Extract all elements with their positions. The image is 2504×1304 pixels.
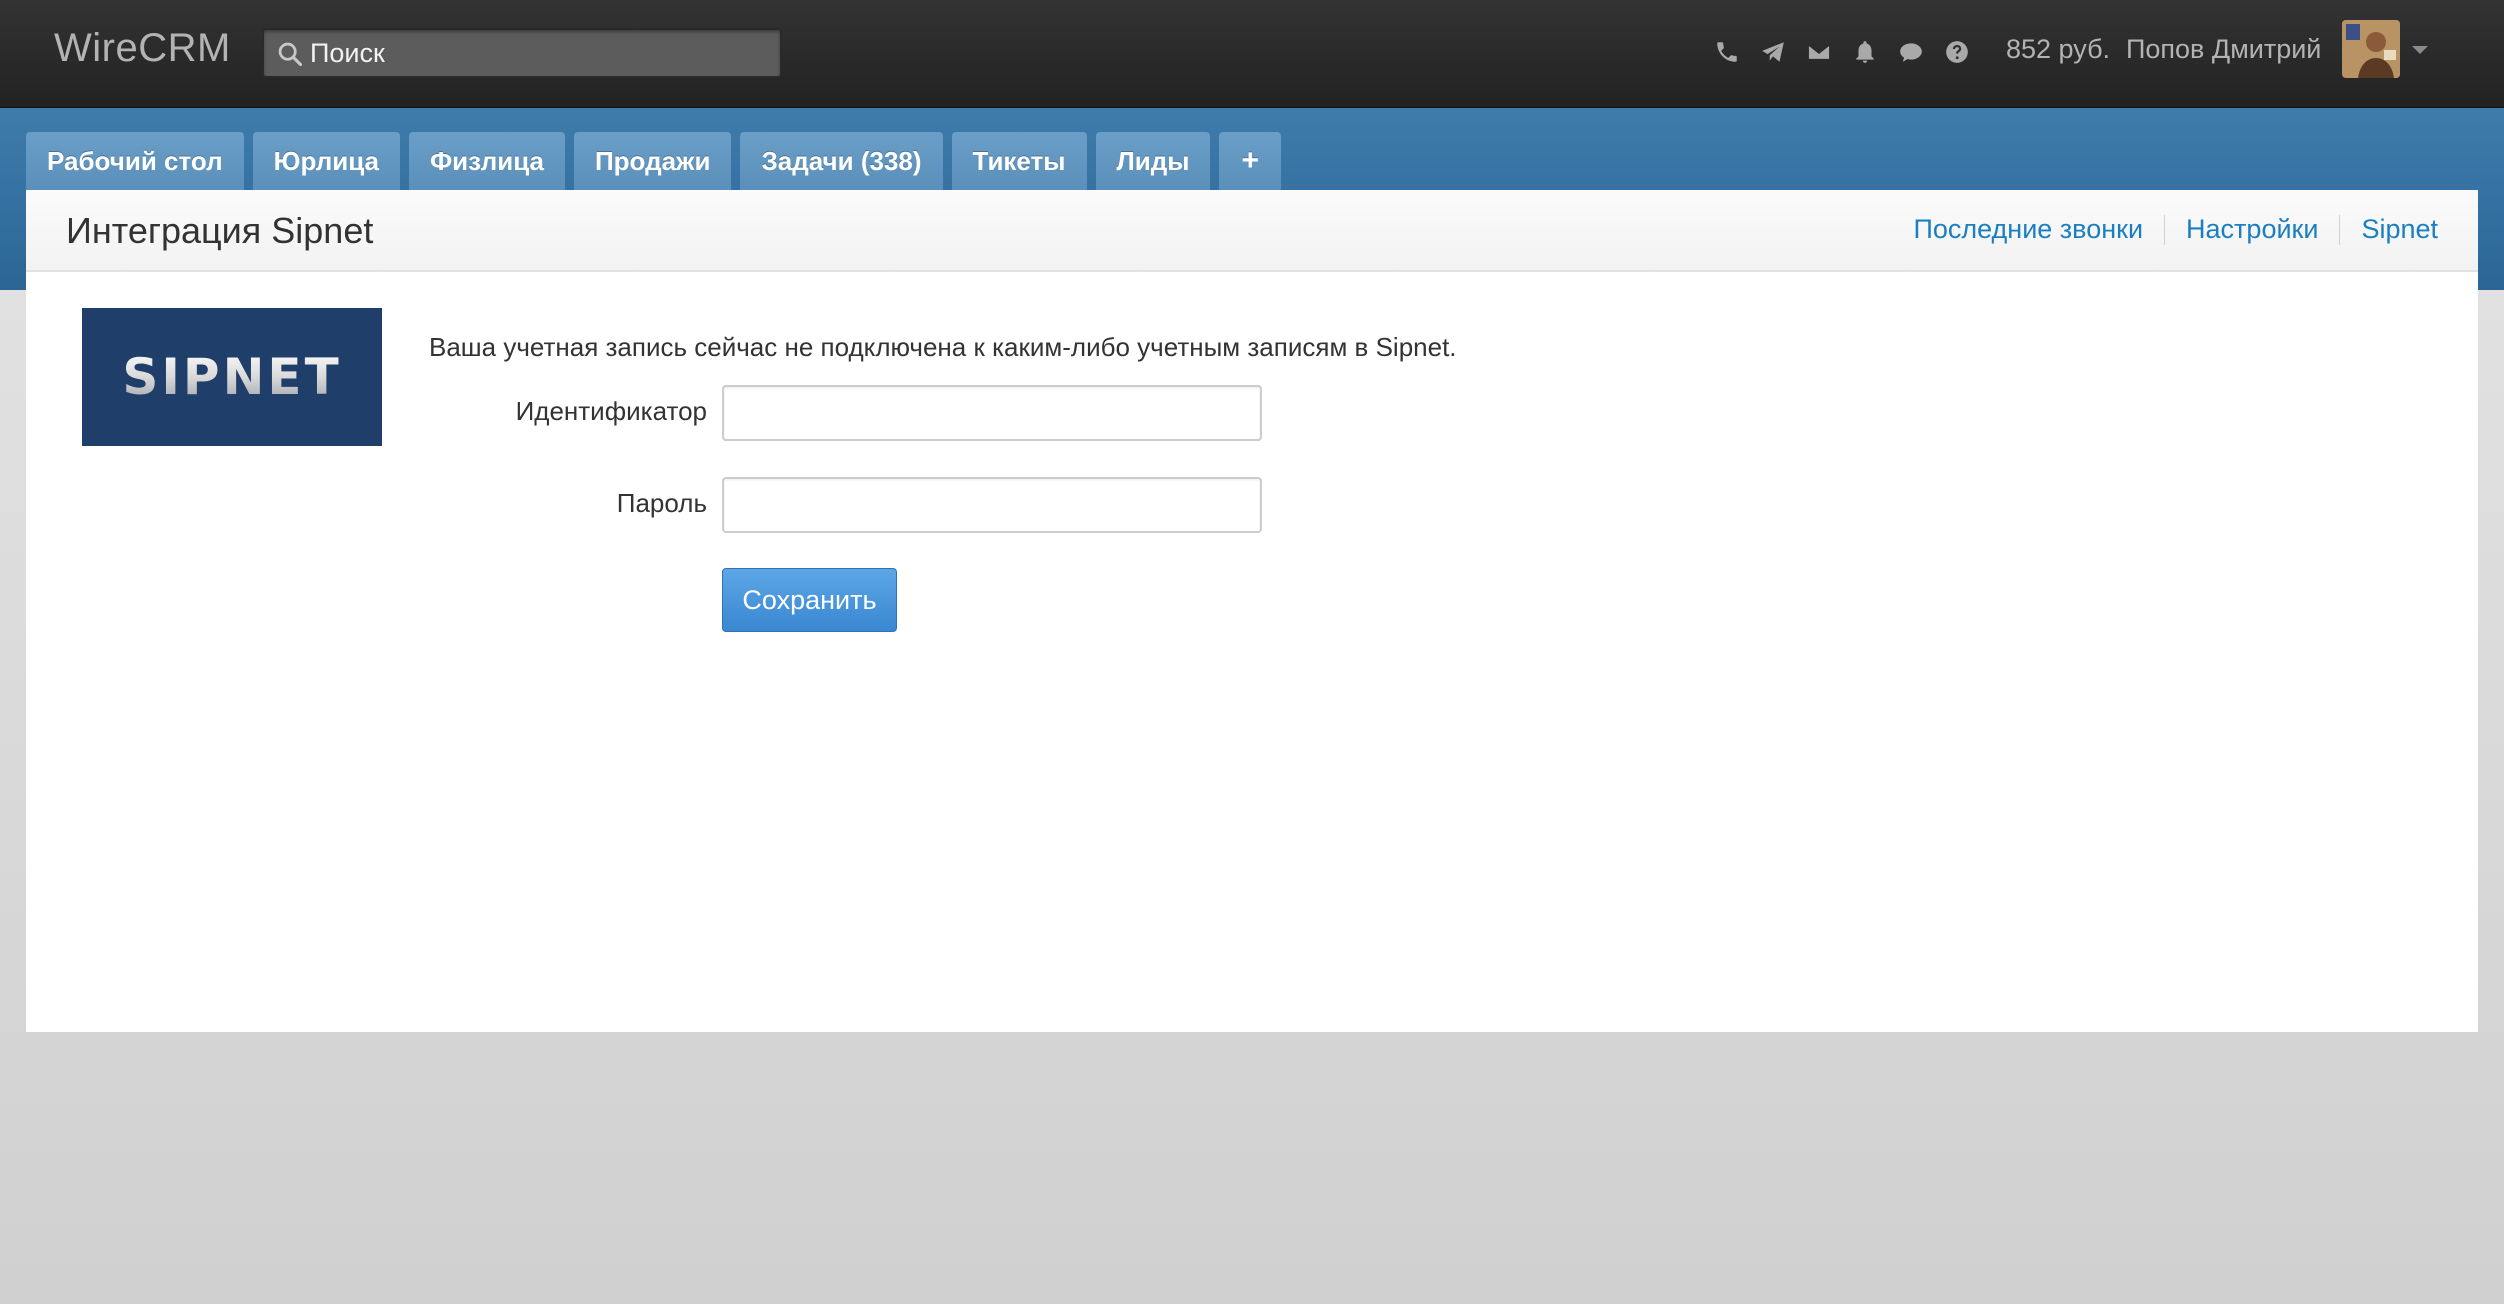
save-button[interactable]: Сохранить [722, 568, 897, 632]
top-navbar: WireCRM Поиск 852 руб. Попов Дмитрий [0, 0, 2504, 108]
send-icon[interactable] [1758, 37, 1788, 67]
content-card: Интеграция Sipnet Последние звонки Настр… [26, 190, 2478, 1032]
page-title: Интеграция Sipnet [66, 210, 374, 251]
avatar[interactable] [2342, 20, 2400, 78]
brand-logo[interactable]: WireCRM [54, 26, 231, 71]
tab-leads[interactable]: Лиды [1095, 132, 1211, 190]
nav-icon-group [1712, 32, 1972, 72]
tab-companies[interactable]: Юрлица [252, 132, 400, 190]
main-tabs: Рабочий стол Юрлица Физлица Продажи Зада… [26, 132, 1281, 190]
tab-individuals[interactable]: Физлица [408, 132, 565, 190]
link-recent-calls[interactable]: Последние звонки [1913, 214, 2143, 245]
user-name[interactable]: Попов Дмитрий [2126, 34, 2321, 65]
help-icon[interactable] [1942, 37, 1972, 67]
user-menu-caret[interactable] [2412, 46, 2428, 54]
identifier-input[interactable] [722, 385, 1262, 441]
search-box[interactable] [262, 28, 782, 78]
sipnet-logo-text: SIPNET [122, 348, 342, 406]
password-label: Пароль [616, 488, 707, 518]
tab-tickets[interactable]: Тикеты [951, 132, 1087, 190]
password-input[interactable] [722, 477, 1262, 533]
link-divider [2164, 214, 2166, 245]
card-header: Интеграция Sipnet Последние звонки Настр… [26, 190, 2478, 272]
account-balance[interactable]: 852 руб. [2006, 34, 2110, 65]
link-sipnet[interactable]: Sipnet [2361, 214, 2438, 245]
phone-icon[interactable] [1712, 37, 1742, 67]
chat-icon[interactable] [1896, 37, 1926, 67]
tab-tasks[interactable]: Задачи (338) [740, 132, 943, 190]
tab-sales[interactable]: Продажи [573, 132, 732, 190]
link-divider [2339, 214, 2341, 245]
avatar-photo [2342, 20, 2400, 78]
tab-add[interactable]: + [1219, 132, 1281, 190]
link-settings[interactable]: Настройки [2186, 214, 2318, 245]
bell-icon[interactable] [1850, 37, 1880, 67]
search-icon [276, 40, 304, 68]
header-links: Последние звонки Настройки Sipnet [1913, 214, 2438, 245]
page: WireCRM Поиск 852 руб. Попов Дмитрий Раб… [0, 0, 2504, 1304]
search-input[interactable] [310, 36, 770, 70]
tab-desktop[interactable]: Рабочий стол [26, 132, 244, 190]
envelope-icon[interactable] [1804, 37, 1834, 67]
sipnet-logo: SIPNET [82, 308, 382, 446]
connection-notice: Ваша учетная запись сейчас не подключена… [429, 332, 1457, 362]
identifier-label: Идентификатор [515, 396, 707, 426]
